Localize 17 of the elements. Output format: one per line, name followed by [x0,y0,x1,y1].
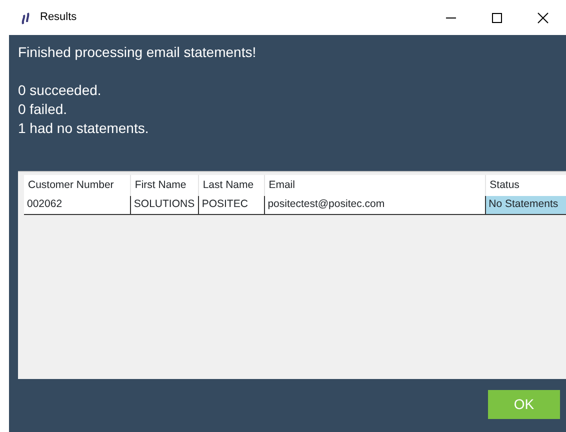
column-header[interactable]: First Name [130,175,198,196]
result-text: 0 succeeded. [18,81,102,100]
result-text: 1 had no statements. [18,119,150,138]
heading-text: Finished processing email statements! [18,43,258,62]
window-title: Results [40,10,77,26]
table-cell[interactable]: No Statements [485,196,566,214]
column-header[interactable]: Status [485,175,566,196]
table-cell[interactable]: POSITEC [198,196,264,214]
table-cell[interactable]: SOLUTIONS [130,196,198,214]
column-header[interactable]: Email [264,175,486,196]
close-icon [537,12,549,24]
maximize-icon [491,12,503,24]
table-cell[interactable]: positectest@positec.com [264,196,486,214]
table-cell[interactable]: 002062 [24,196,130,214]
column-header[interactable]: Customer Number [24,175,130,196]
column-header[interactable]: Last Name [198,175,264,196]
result-text: 0 failed. [18,100,68,119]
